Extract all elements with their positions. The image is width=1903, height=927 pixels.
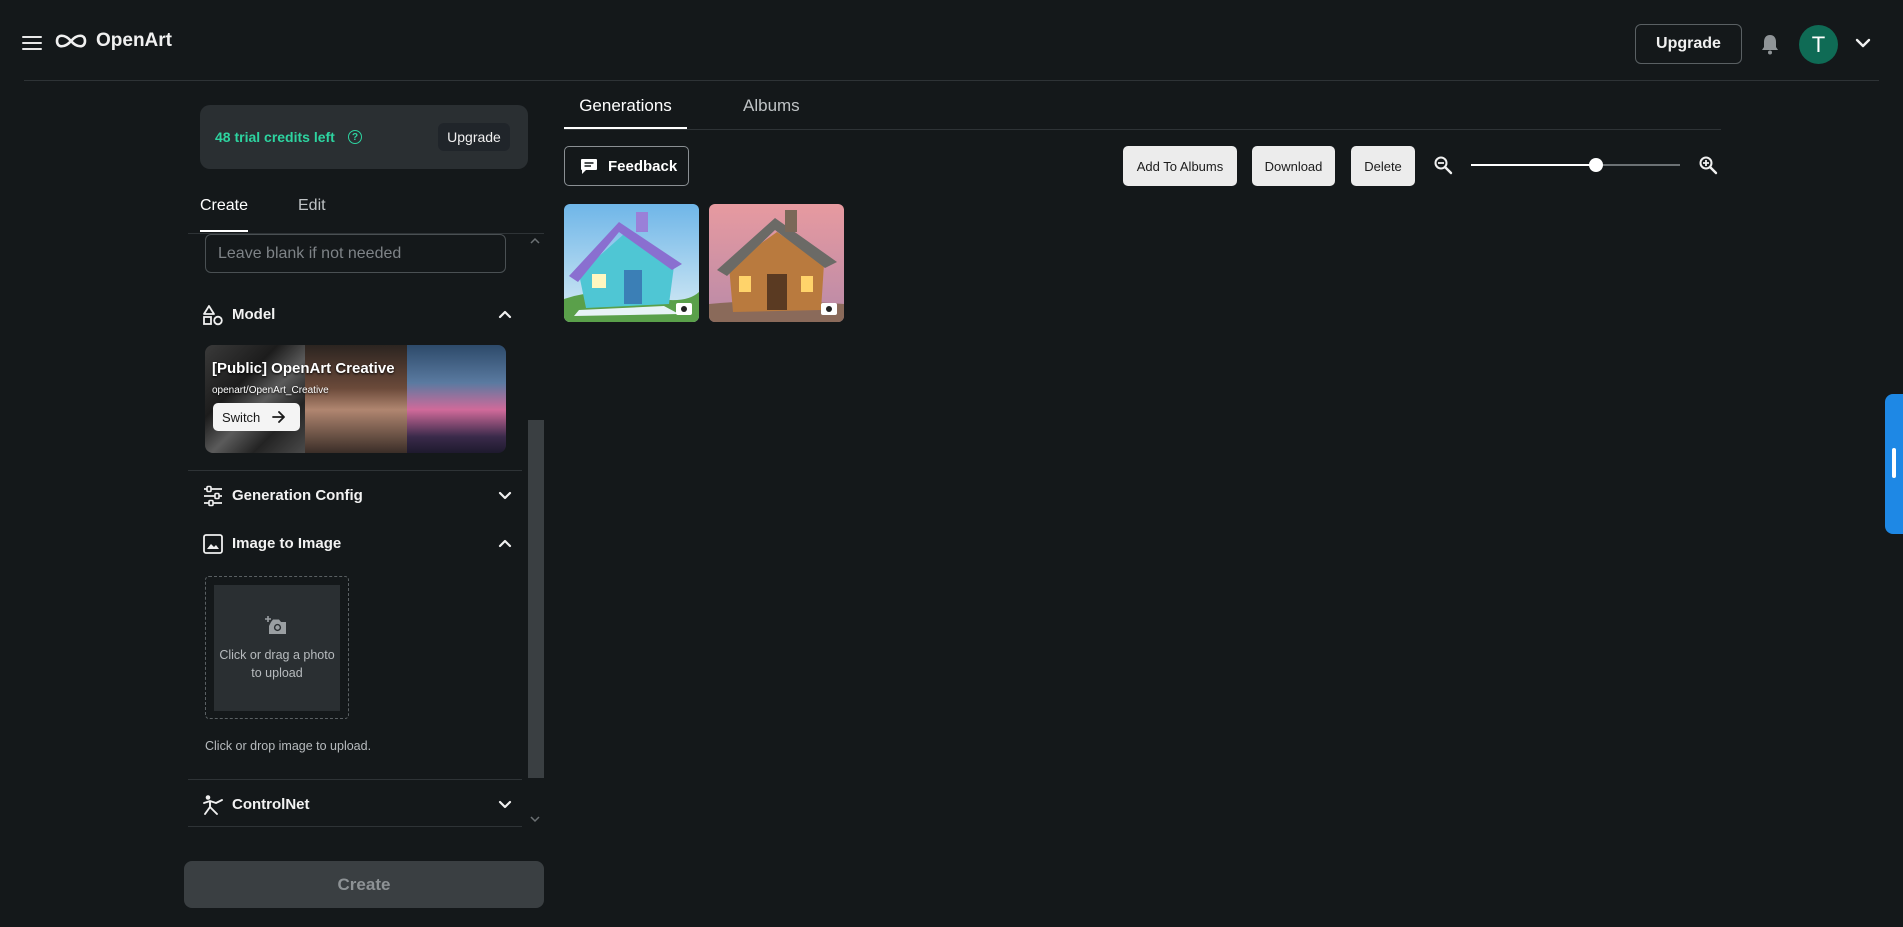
avatar[interactable]: T bbox=[1799, 25, 1838, 64]
section-model-label: Model bbox=[232, 306, 276, 323]
image-badge-icon bbox=[676, 303, 692, 315]
zoom-slider-handle[interactable] bbox=[1589, 158, 1603, 172]
zoom-in-icon[interactable] bbox=[1698, 155, 1718, 175]
chevron-up-icon bbox=[498, 310, 512, 319]
help-icon[interactable]: ? bbox=[348, 130, 362, 144]
feedback-button[interactable]: Feedback bbox=[564, 146, 689, 186]
panel-scrollbar-thumb[interactable] bbox=[528, 420, 544, 778]
header-upgrade-button[interactable]: Upgrade bbox=[1635, 24, 1742, 64]
pose-icon bbox=[203, 795, 223, 815]
side-drawer-tab[interactable] bbox=[1885, 394, 1903, 534]
section-divider bbox=[188, 470, 522, 471]
chat-icon bbox=[581, 158, 597, 174]
chevron-down-icon bbox=[498, 491, 512, 500]
drawer-grip bbox=[1892, 448, 1896, 478]
tab-edit[interactable]: Edit bbox=[298, 196, 326, 232]
model-name: [Public] OpenArt Creative bbox=[212, 360, 395, 377]
brand-name: OpenArt bbox=[96, 30, 172, 51]
negative-prompt-input[interactable] bbox=[205, 234, 506, 273]
section-controlnet[interactable]: ControlNet bbox=[188, 782, 522, 826]
switch-label: Switch bbox=[222, 409, 261, 425]
add-to-albums-button[interactable]: Add To Albums bbox=[1123, 146, 1237, 186]
upload-hint: Click or drop image to upload. bbox=[205, 739, 372, 753]
model-path: openart/OpenArt_Creative bbox=[212, 385, 329, 396]
delete-button[interactable]: Delete bbox=[1351, 146, 1415, 186]
credits-upgrade-button[interactable]: Upgrade bbox=[438, 123, 510, 151]
scroll-up-icon[interactable] bbox=[529, 236, 541, 246]
header-divider bbox=[24, 80, 1879, 81]
tab-create[interactable]: Create bbox=[200, 196, 248, 232]
menu-icon[interactable] bbox=[22, 36, 42, 52]
section-divider bbox=[188, 826, 522, 827]
chevron-down-icon bbox=[498, 800, 512, 809]
shapes-icon bbox=[203, 305, 223, 326]
scroll-down-icon[interactable] bbox=[529, 814, 541, 824]
chevron-up-icon bbox=[498, 539, 512, 548]
download-button[interactable]: Download bbox=[1252, 146, 1335, 186]
main-tabs-divider bbox=[564, 129, 1721, 130]
sliders-icon bbox=[204, 485, 222, 507]
image-icon bbox=[203, 534, 223, 554]
zoom-slider[interactable] bbox=[1471, 158, 1680, 172]
zoom-slider-fill bbox=[1471, 164, 1596, 166]
create-button[interactable]: Create bbox=[184, 861, 544, 908]
generation-thumbnail[interactable] bbox=[709, 204, 844, 322]
section-model[interactable]: Model bbox=[188, 292, 522, 336]
generation-thumbnail[interactable] bbox=[564, 204, 699, 322]
section-controlnet-label: ControlNet bbox=[232, 796, 310, 813]
feedback-label: Feedback bbox=[608, 157, 678, 175]
section-image-to-image-label: Image to Image bbox=[232, 535, 342, 552]
zoom-out-icon[interactable] bbox=[1433, 155, 1453, 175]
credits-text: 48 trial credits left bbox=[215, 129, 335, 145]
tab-albums[interactable]: Albums bbox=[743, 96, 800, 129]
camera-plus-icon bbox=[265, 616, 286, 634]
section-image-to-image[interactable]: Image to Image bbox=[188, 521, 522, 565]
section-divider bbox=[188, 779, 522, 780]
tab-generations[interactable]: Generations bbox=[564, 96, 687, 129]
model-preview-image bbox=[407, 345, 506, 453]
top-bar: OpenArt Upgrade T bbox=[0, 0, 1903, 81]
logo[interactable]: OpenArt bbox=[54, 30, 172, 52]
section-generation-config-label: Generation Config bbox=[232, 487, 363, 504]
openart-logo-icon bbox=[55, 34, 87, 48]
chevron-down-icon[interactable] bbox=[1855, 37, 1871, 49]
upload-instructions: Click or drag a photo to upload bbox=[219, 648, 335, 680]
switch-model-button[interactable]: Switch bbox=[213, 403, 300, 431]
section-generation-config[interactable]: Generation Config bbox=[188, 473, 522, 517]
arrow-right-icon bbox=[272, 411, 286, 423]
image-badge-icon bbox=[821, 303, 837, 315]
bell-icon[interactable] bbox=[1760, 33, 1780, 55]
